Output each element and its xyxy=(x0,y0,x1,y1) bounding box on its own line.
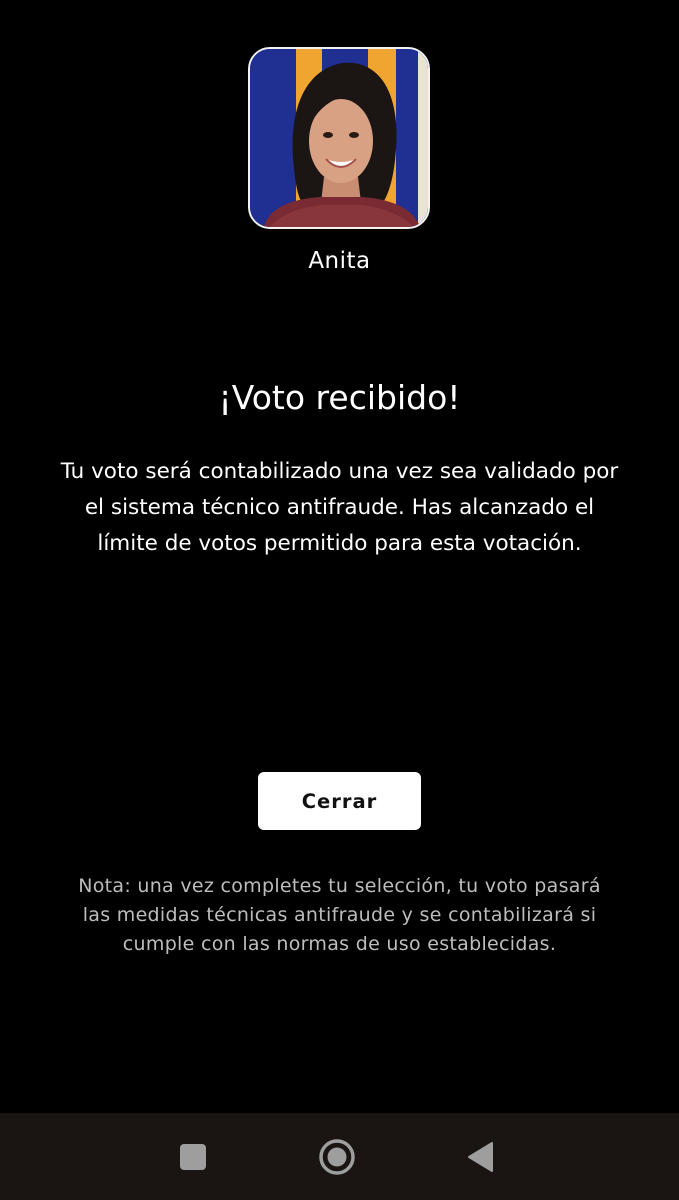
close-button[interactable]: Cerrar xyxy=(258,772,421,830)
contestant-portrait-icon xyxy=(250,49,428,227)
back-button[interactable] xyxy=(440,1113,520,1200)
confirmation-title: ¡Voto recibido! xyxy=(218,378,461,417)
triangle-back-icon xyxy=(468,1141,493,1172)
contestant-name: Anita xyxy=(308,248,371,274)
recents-button[interactable] xyxy=(153,1113,233,1200)
circle-icon xyxy=(319,1138,355,1175)
confirmation-message: Tu voto será contabilizado una vez sea v… xyxy=(60,459,619,556)
home-button[interactable] xyxy=(297,1113,377,1200)
square-icon xyxy=(180,1143,206,1170)
vote-confirmation-screen: Anita ¡Voto recibido! Tu voto será conta… xyxy=(0,0,679,1113)
android-navigation-bar xyxy=(0,1113,679,1200)
contestant-photo xyxy=(248,47,430,229)
antifraud-note: Nota: una vez completes tu selección, tu… xyxy=(78,875,601,955)
